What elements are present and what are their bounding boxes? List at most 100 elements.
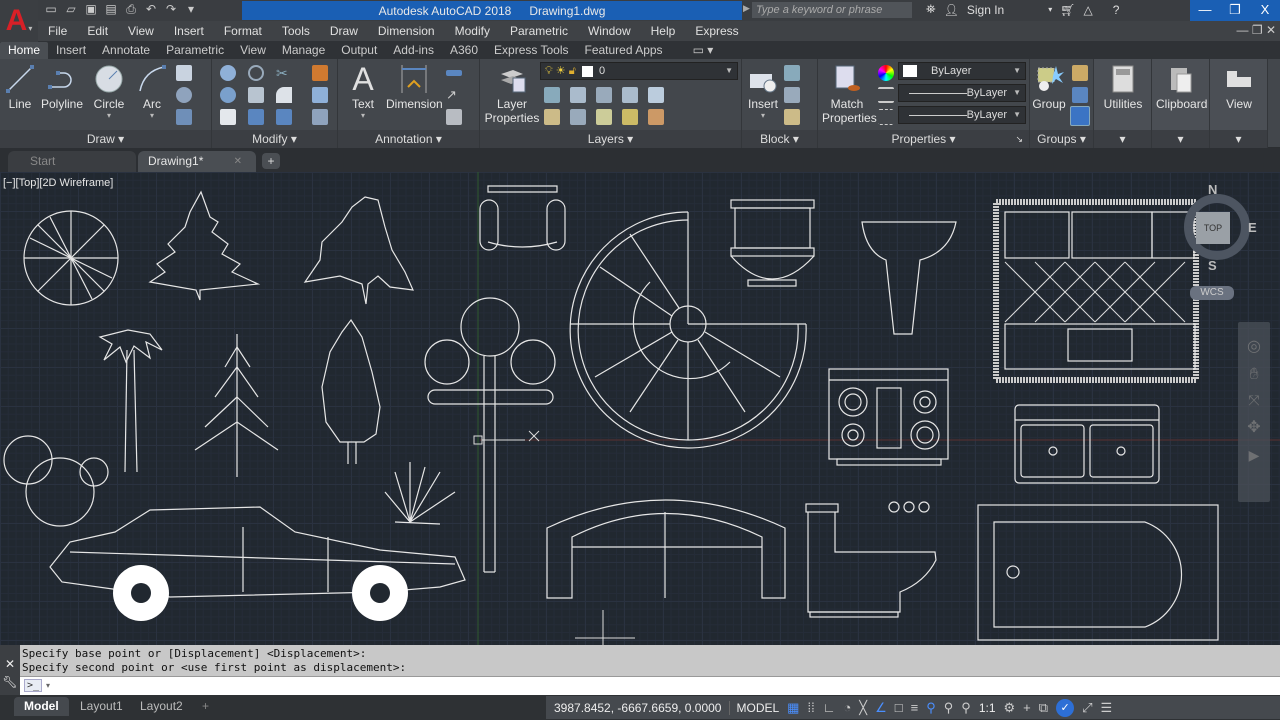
layer-properties-button[interactable]: Layer Properties (484, 61, 540, 125)
close-command-line-icon[interactable]: ✕ (0, 657, 20, 671)
minimize-button[interactable]: — (1190, 0, 1220, 21)
layer-isolate-icon[interactable] (570, 87, 586, 103)
layer-thaw-icon[interactable] (596, 109, 612, 125)
properties-panel-title[interactable]: Properties ▾ ↘ (818, 130, 1029, 148)
text-tool[interactable]: A Text ▾ (338, 61, 388, 121)
clipboard-panel[interactable]: Clipboard ▾ (1152, 59, 1210, 148)
compass-south[interactable]: S (1208, 258, 1217, 273)
layer-unlock-icon[interactable] (622, 109, 638, 125)
table-icon[interactable] (446, 109, 462, 125)
draw-panel-title[interactable]: Draw ▾ (0, 130, 211, 148)
color-dropdown[interactable]: ByLayer ▼ (898, 62, 1026, 80)
save-icon[interactable]: ▣ (84, 2, 98, 16)
close-tab-icon[interactable]: ✕ (234, 151, 242, 172)
menu-format[interactable]: Format (214, 24, 272, 38)
rectangle-icon[interactable] (176, 65, 192, 81)
isolate-objects-icon[interactable]: ⧉ (1039, 700, 1048, 716)
dialog-launcher-icon[interactable]: ↘ (1015, 130, 1023, 148)
isodraft-icon[interactable]: ╳ (859, 700, 867, 716)
layer-match-icon[interactable] (648, 87, 664, 103)
explode-icon[interactable] (312, 87, 328, 103)
binoculars-icon[interactable]: ⛯ (926, 2, 936, 17)
annotation-visibility-icon[interactable]: ⚲ (926, 700, 936, 716)
search-expand-icon[interactable]: ▶ (743, 3, 750, 14)
steering-wheel-icon[interactable]: ◎ (1238, 336, 1270, 356)
grid-icon[interactable]: ▦ (787, 700, 799, 716)
offset-icon[interactable] (312, 109, 328, 125)
auto-scale-icon[interactable]: ⚲ (944, 700, 954, 716)
maximize-button[interactable]: ❐ (1220, 0, 1250, 21)
ribbon-tab-express-tools[interactable]: Express Tools (486, 42, 576, 59)
menu-parametric[interactable]: Parametric (500, 24, 578, 38)
mirror-icon[interactable] (248, 87, 264, 103)
match-properties-button[interactable]: Match Properties (822, 61, 877, 125)
view-panel[interactable]: View ▾ (1210, 59, 1268, 148)
plot-icon[interactable]: ⎙ (124, 2, 138, 16)
pan-icon[interactable]: ✋︎ (1238, 366, 1270, 384)
block-attributes-icon[interactable] (784, 109, 800, 125)
menu-file[interactable]: File (38, 24, 77, 38)
annotation-scale-dropdown[interactable]: 1:1 (979, 701, 996, 715)
open-icon[interactable]: ▱ (64, 2, 78, 16)
orbit-icon[interactable]: ✥ (1238, 417, 1270, 437)
sign-in-button[interactable]: Sign In (967, 3, 1004, 17)
viewcube-top-face[interactable]: TOP (1196, 212, 1230, 244)
groups-panel-title[interactable]: Groups ▾ (1030, 130, 1093, 148)
tab-layout2[interactable]: Layout2 (130, 697, 193, 716)
ribbon-tab-home[interactable]: Home (0, 42, 49, 59)
layer-lock-icon[interactable] (622, 87, 638, 103)
ribbon-minimize-toggle[interactable]: ▭ ▾ (685, 42, 722, 59)
group-edit-icon[interactable] (1072, 87, 1088, 103)
menu-draw[interactable]: Draw (320, 24, 368, 38)
command-line-handle[interactable]: ✕ 🔧︎ (0, 645, 20, 695)
layer-unisolate-icon[interactable] (570, 109, 586, 125)
copy-icon[interactable] (220, 87, 236, 103)
customize-wrench-icon[interactable]: 🔧︎ (0, 675, 20, 689)
compass-east[interactable]: E (1248, 220, 1257, 235)
ribbon-tab-annotate[interactable]: Annotate (94, 42, 158, 59)
menu-window[interactable]: Window (578, 24, 641, 38)
linear-dim-icon[interactable] (446, 70, 462, 76)
block-panel-title[interactable]: Block ▾ (742, 130, 817, 148)
leader-icon[interactable]: ↗ (446, 87, 462, 103)
showmotion-icon[interactable]: ▶ (1238, 447, 1270, 464)
layer-dropdown[interactable]: 💡︎ ☀ 🔓︎ 0 ▼ (540, 62, 738, 80)
fillet-icon[interactable] (276, 87, 292, 103)
object-snap-tracking-icon[interactable]: ∠ (875, 700, 887, 716)
layer-current-icon[interactable] (648, 109, 664, 125)
tab-drawing1[interactable]: Drawing1* ✕ (138, 151, 256, 172)
menu-help[interactable]: Help (641, 24, 686, 38)
redo-icon[interactable]: ↷ (164, 2, 178, 16)
rotate-icon[interactable] (248, 65, 264, 81)
ribbon-tab-add-ins[interactable]: Add-ins (385, 42, 442, 59)
menu-view[interactable]: View (118, 24, 164, 38)
menu-tools[interactable]: Tools (272, 24, 320, 38)
lineweight-dropdown[interactable]: ByLayer ▼ (898, 84, 1026, 102)
utilities-panel[interactable]: Utilities ▾ (1094, 59, 1152, 148)
polar-icon[interactable]: ◔ (843, 700, 851, 715)
scale-icon[interactable] (248, 109, 264, 125)
insert-block-button[interactable]: Insert ▾ (738, 61, 788, 120)
help-icon[interactable]: ? (1113, 3, 1120, 17)
edit-block-icon[interactable] (784, 87, 800, 103)
menu-insert[interactable]: Insert (164, 24, 214, 38)
menu-modify[interactable]: Modify (445, 24, 500, 38)
layer-off-icon[interactable] (544, 87, 560, 103)
boundary-icon[interactable] (176, 109, 192, 125)
lineweight-toggle-icon[interactable]: ≡ (911, 700, 919, 715)
trim-icon[interactable]: ✂ (276, 65, 292, 81)
help-search-input[interactable]: Type a keyword or phrase (752, 2, 912, 18)
dimension-tool[interactable]: Dimension (386, 61, 443, 111)
annotation-monitor-icon[interactable]: + (1023, 700, 1031, 715)
saveas-icon[interactable]: ▤ (104, 2, 118, 16)
group-button[interactable]: Group (1024, 61, 1074, 111)
group-selection-icon[interactable] (1070, 106, 1090, 126)
arc-tool[interactable]: Arc ▾ (127, 61, 177, 120)
tab-layout1[interactable]: Layout1 (70, 697, 133, 716)
customize-icon[interactable]: ▾ (184, 2, 198, 16)
layer-on-icon[interactable] (544, 109, 560, 125)
ribbon-tab-featured-apps[interactable]: Featured Apps (577, 42, 671, 59)
ribbon-tab-output[interactable]: Output (333, 42, 385, 59)
new-tab-button[interactable]: + (262, 153, 280, 169)
modify-panel-title[interactable]: Modify ▾ (212, 130, 337, 148)
